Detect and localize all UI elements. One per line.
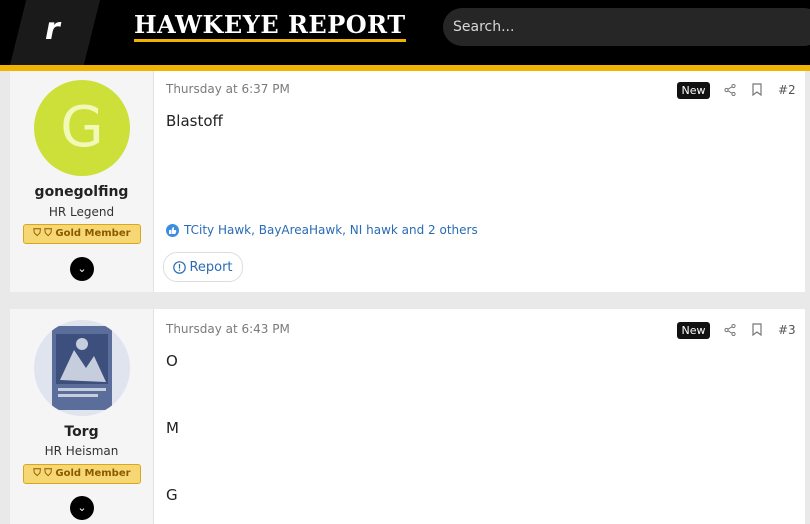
avatar[interactable]: G (34, 80, 130, 176)
new-badge: New (677, 322, 710, 339)
reactions-text[interactable]: TCity Hawk, BayAreaHawk, NI hawk and 2 o… (184, 223, 478, 237)
user-column: Torg HR Heisman ⛉ ⛉ Gold Member ⌄ (10, 309, 154, 524)
like-icon (166, 223, 179, 237)
post-body-line: G (166, 486, 178, 504)
gold-member-badge: ⛉ ⛉ Gold Member (23, 224, 141, 244)
rivals-logo-text: r (45, 12, 60, 47)
bookmark-icon[interactable] (752, 83, 762, 96)
report-button[interactable]: Report (163, 252, 243, 282)
post: G gonegolfing HR Legend ⛉ ⛉ Gold Member … (10, 71, 805, 292)
post-body-line: M (166, 419, 179, 437)
chevron-down-icon[interactable]: ⌄ (70, 257, 94, 281)
report-label: Report (189, 259, 233, 275)
post-body: Blastoff (166, 112, 223, 130)
bookmark-icon[interactable] (752, 323, 762, 336)
search-placeholder: Search... (453, 19, 515, 35)
search-input[interactable]: Search... (443, 8, 810, 46)
new-badge: New (677, 82, 710, 99)
share-icon[interactable] (724, 84, 736, 96)
username[interactable]: Torg (10, 424, 153, 440)
avatar[interactable] (34, 320, 130, 416)
post-number[interactable]: #3 (778, 323, 796, 337)
username[interactable]: gonegolfing (10, 184, 153, 200)
user-column: G gonegolfing HR Legend ⛉ ⛉ Gold Member … (10, 71, 154, 292)
avatar-image-icon (52, 326, 112, 410)
post: Torg HR Heisman ⛉ ⛉ Gold Member ⌄ Thursd… (10, 309, 805, 524)
rivals-logo[interactable]: r (10, 0, 100, 65)
reactions-bar[interactable]: TCity Hawk, BayAreaHawk, NI hawk and 2 o… (166, 223, 478, 237)
gold-member-badge: ⛉ ⛉ Gold Member (23, 464, 141, 484)
post-body-line: O (166, 352, 178, 370)
post-time[interactable]: Thursday at 6:43 PM (166, 322, 290, 336)
chevron-down-icon[interactable]: ⌄ (70, 496, 94, 520)
post-time[interactable]: Thursday at 6:37 PM (166, 82, 290, 96)
post-number[interactable]: #2 (778, 83, 796, 97)
user-title: HR Legend (48, 205, 115, 219)
user-title: HR Heisman (44, 444, 119, 458)
alert-icon (173, 260, 187, 274)
site-logo[interactable]: HAWKEYE REPORT (134, 13, 406, 42)
share-icon[interactable] (724, 324, 736, 336)
top-bar: r HAWKEYE REPORT Search... (0, 0, 810, 65)
